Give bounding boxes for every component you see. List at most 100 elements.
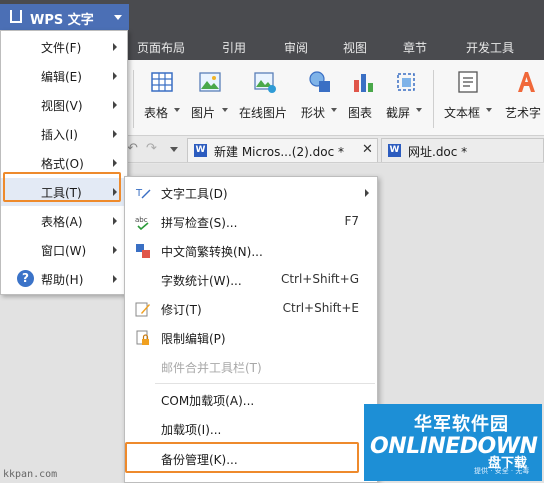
menu-item-window[interactable]: 窗口(W)	[1, 236, 127, 264]
chevron-right-icon	[113, 130, 117, 138]
tab-chapter[interactable]: 章节	[403, 39, 427, 56]
tools-highlight-box	[3, 172, 121, 202]
textbox-icon	[458, 71, 478, 93]
wps-app-menu-button[interactable]: WPS 文字	[0, 4, 129, 30]
menu-item-file[interactable]: 文件(F)	[1, 33, 127, 61]
menu-item-label: 帮助(H)	[41, 273, 84, 287]
submenu-item-label: 修订(T)	[161, 303, 202, 317]
menu-item-label: 窗口(W)	[41, 244, 87, 258]
doc-tab-label: 新建 Micros...(2).doc *	[214, 145, 344, 159]
submenu-item-mail-merge-toolbar: 邮件合并工具栏(T)	[125, 353, 377, 381]
table-icon	[151, 72, 173, 92]
watermark-small-text: 提供 · 安全 · 无毒	[474, 467, 530, 475]
menu-item-help[interactable]: ? 帮助(H)	[1, 265, 127, 293]
toolbar-separator	[133, 70, 134, 128]
main-menu: 文件(F) 编辑(E) 视图(V) 插入(I) 格式(O) 工具(T) 表格(A…	[0, 30, 128, 295]
doc-tab-wangzhi[interactable]: W 网址.doc *	[381, 138, 544, 162]
screenshot-icon	[397, 73, 415, 91]
tab-references[interactable]: 引用	[222, 39, 246, 56]
site-watermark-text: kkpan.com	[3, 469, 58, 480]
chevron-down-icon	[114, 15, 122, 20]
picture-button[interactable]: 图片	[186, 60, 234, 136]
tab-page-layout[interactable]: 页面布局	[137, 39, 185, 56]
submenu-item-shortcut: Ctrl+Shift+G	[280, 272, 359, 286]
tools-submenu: T 文字工具(D) abc 拼写检查(S)... F7 中文简繁转换(N)...…	[124, 176, 378, 483]
submenu-item-word-count[interactable]: 字数统计(W)... Ctrl+Shift+G	[125, 266, 377, 294]
submenu-item-label: 加载项(I)...	[161, 423, 222, 437]
wps-logo-icon	[10, 10, 22, 23]
chevron-right-icon	[113, 275, 117, 283]
menu-item-label: 编辑(E)	[41, 70, 82, 84]
submenu-item-label: 中文简繁转换(N)...	[161, 245, 263, 259]
tab-developer[interactable]: 开发工具	[466, 39, 514, 56]
track-changes-icon	[135, 302, 150, 317]
svg-text:abc: abc	[135, 216, 148, 224]
menu-item-label: 表格(A)	[41, 215, 83, 229]
doc-tab-new-microsoft[interactable]: W 新建 Micros...(2).doc * ✕	[187, 138, 378, 162]
chevron-down-icon	[486, 108, 492, 112]
redo-arrow-icon[interactable]: ↷	[146, 141, 157, 156]
shape-button[interactable]: 形状	[298, 60, 342, 136]
word-doc-icon: W	[194, 144, 207, 157]
screenshot-button-label: 截屏	[386, 106, 411, 120]
chart-button[interactable]: 图表	[345, 60, 381, 136]
online-picture-button[interactable]: 在线图片	[237, 60, 293, 136]
chevron-down-icon	[416, 108, 422, 112]
restrict-edit-icon	[136, 330, 149, 345]
online-picture-button-label: 在线图片	[239, 106, 288, 120]
chevron-down-icon	[331, 108, 337, 112]
tab-review[interactable]: 审阅	[284, 39, 308, 56]
shape-button-label: 形状	[301, 106, 326, 120]
app-title: WPS 文字	[30, 13, 94, 28]
chevron-down-icon[interactable]	[170, 147, 178, 152]
submenu-item-spellcheck[interactable]: abc 拼写检查(S)... F7	[125, 208, 377, 236]
submenu-item-chinese-convert[interactable]: 中文简繁转换(N)...	[125, 237, 377, 265]
text-tools-icon: T	[135, 188, 151, 199]
submenu-item-label: 限制编辑(P)	[161, 332, 226, 346]
help-icon: ?	[17, 270, 34, 287]
tab-view[interactable]: 视图	[343, 39, 367, 56]
onlinedown-watermark-logo: 华军软件园 ONLINEDOWN 盘下载 提供 · 安全 · 无毒	[364, 404, 542, 481]
wordart-button[interactable]: 艺术字	[502, 60, 544, 136]
doc-tab-label: 网址.doc *	[408, 145, 468, 159]
table-button[interactable]: 表格	[140, 60, 184, 136]
submenu-item-shortcut: F7	[344, 214, 359, 228]
backup-highlight-box	[125, 442, 359, 473]
chevron-right-icon	[113, 101, 117, 109]
submenu-item-track-changes[interactable]: 修订(T) Ctrl+Shift+E	[125, 295, 377, 323]
menu-item-insert[interactable]: 插入(I)	[1, 120, 127, 148]
textbox-button[interactable]: 文本框	[440, 60, 496, 136]
menu-item-view[interactable]: 视图(V)	[1, 91, 127, 119]
submenu-item-text-tools[interactable]: T 文字工具(D)	[125, 179, 377, 207]
chevron-right-icon	[113, 43, 117, 51]
picture-button-label: 图片	[191, 106, 216, 120]
screenshot-button[interactable]: 截屏	[384, 60, 428, 136]
close-icon[interactable]: ✕	[362, 142, 373, 157]
word-doc-icon: W	[388, 144, 401, 157]
wordart-icon	[518, 72, 535, 92]
menu-item-table[interactable]: 表格(A)	[1, 207, 127, 235]
undo-arrow-icon[interactable]: ↶	[127, 141, 138, 156]
menu-item-label: 视图(V)	[41, 99, 83, 113]
menu-item-label: 插入(I)	[41, 128, 78, 142]
submenu-item-shortcut: Ctrl+Shift+E	[282, 301, 359, 315]
submenu-item-com-addins[interactable]: COM加载项(A)...	[125, 386, 377, 414]
chevron-right-icon	[113, 217, 117, 225]
submenu-item-label: 邮件合并工具栏(T)	[161, 361, 262, 375]
submenu-item-label: 字数统计(W)...	[161, 274, 242, 288]
submenu-item-addins[interactable]: 加载项(I)...	[125, 415, 377, 443]
menu-item-edit[interactable]: 编辑(E)	[1, 62, 127, 90]
menu-item-label: 文件(F)	[41, 41, 82, 55]
spellcheck-icon: abc	[135, 216, 149, 230]
submenu-item-label: COM加载项(A)...	[161, 394, 255, 408]
submenu-item-restrict-edit[interactable]: 限制编辑(P)	[125, 324, 377, 352]
submenu-item-label: 拼写检查(S)...	[161, 216, 238, 230]
chevron-right-icon	[365, 189, 369, 197]
watermark-cn-text: 华军软件园	[414, 414, 509, 435]
toolbar-separator	[433, 70, 434, 128]
chevron-right-icon	[113, 72, 117, 80]
chart-button-label: 图表	[348, 106, 373, 120]
wordart-button-label: 艺术字	[505, 106, 542, 120]
online-picture-icon	[254, 72, 276, 93]
picture-icon	[199, 72, 221, 92]
